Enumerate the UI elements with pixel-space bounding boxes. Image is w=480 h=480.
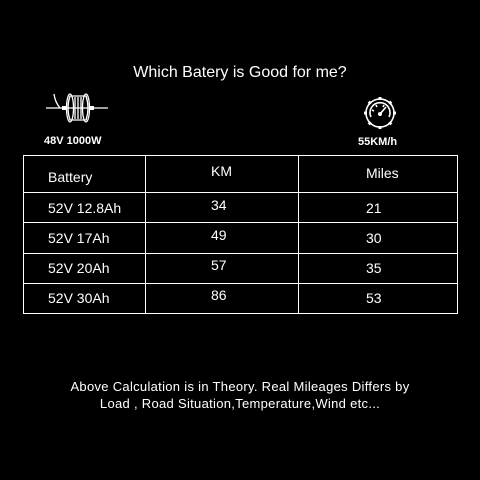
miles-cell: 53 (298, 282, 458, 315)
hub-motor-icon (46, 93, 108, 123)
miles-cell: 21 (298, 192, 458, 224)
battery-cell: 52V 12.8Ah (23, 192, 146, 224)
column-header-battery: Battery (23, 154, 146, 194)
table-row: 52V 17Ah 49 30 (23, 222, 458, 254)
column-header-miles: Miles (298, 154, 458, 194)
km-cell: 49 (145, 222, 299, 254)
km-cell: 86 (145, 282, 299, 315)
miles-cell: 35 (298, 252, 458, 284)
disclaimer-line-1: Above Calculation is in Theory. Real Mil… (70, 379, 410, 394)
battery-range-table: Battery KM Miles 52V 12.8Ah 34 21 52V 17… (23, 154, 458, 315)
table-row: 52V 30Ah 86 53 (23, 282, 458, 315)
km-cell: 57 (145, 252, 299, 284)
disclaimer-note: Above Calculation is in Theory. Real Mil… (0, 378, 480, 412)
km-cell: 34 (145, 192, 299, 224)
battery-cell: 52V 30Ah (23, 282, 146, 315)
battery-cell: 52V 20Ah (23, 252, 146, 284)
column-header-km: KM (145, 154, 299, 194)
speedometer-gear-icon (364, 97, 396, 129)
disclaimer-line-2: Load , Road Situation,Temperature,Wind e… (99, 396, 381, 411)
table-row: 52V 12.8Ah 34 21 (23, 192, 458, 224)
top-speed-label: 55KM/h (358, 136, 398, 148)
miles-cell: 30 (298, 222, 458, 254)
page-title: Which Batery is Good for me? (133, 64, 347, 81)
motor-spec-label: 48V 1000W (44, 135, 102, 147)
table-header-row: Battery KM Miles (23, 154, 458, 194)
table-row: 52V 20Ah 57 35 (23, 252, 458, 284)
battery-cell: 52V 17Ah (23, 222, 146, 254)
